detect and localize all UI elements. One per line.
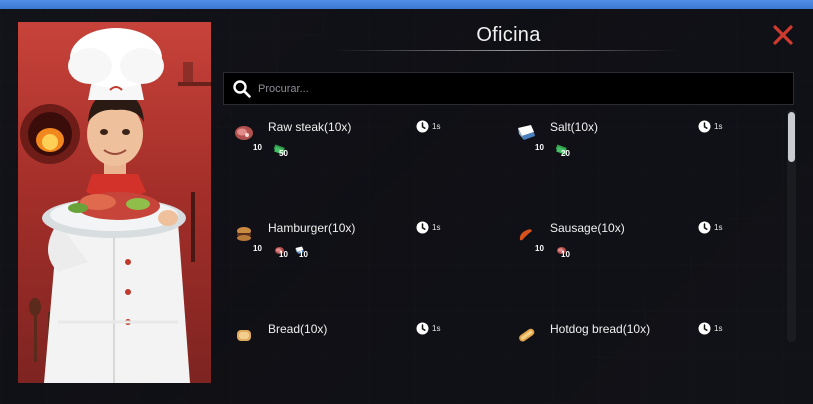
scrollbar-thumb[interactable] — [788, 112, 795, 162]
steak-icon — [233, 122, 255, 144]
recipe-item[interactable]: Raw steak(10x) 1s 10 50 — [223, 112, 503, 202]
recipe-name: Hotdog bread(10x) — [550, 322, 651, 336]
ingredient: 20 — [555, 142, 579, 160]
recipe-name: Raw steak(10x) — [268, 120, 352, 134]
recipe-time: 1s — [714, 122, 723, 131]
ingredient-quantity: 20 — [561, 149, 570, 158]
recipe-quantity: 10 — [253, 244, 262, 253]
title-divider — [335, 50, 680, 51]
recipe-name: Sausage(10x) — [550, 221, 625, 235]
recipe-name: Bread(10x) — [268, 322, 328, 336]
ingredient-quantity: 10 — [561, 250, 570, 259]
recipe-name: Hamburger(10x) — [268, 221, 356, 235]
close-icon[interactable] — [770, 22, 796, 48]
ingredient-quantity: 50 — [279, 149, 288, 158]
chef-portrait — [18, 22, 211, 383]
recipe-item[interactable]: Bread(10x) 1s — [223, 314, 503, 352]
ingredient-quantity: 10 — [299, 250, 308, 259]
recipe-time: 1s — [432, 324, 441, 333]
salt-icon — [515, 122, 537, 144]
recipe-quantity: 10 — [535, 143, 544, 152]
top-edge-bar — [0, 0, 813, 9]
clock-icon — [416, 120, 429, 133]
recipe-item[interactable]: Hamburger(10x) 1s 10 10 10 — [223, 213, 503, 303]
clock-icon — [698, 322, 711, 335]
ingredient: 50 — [273, 142, 297, 160]
recipe-time: 1s — [432, 223, 441, 232]
recipe-time: 1s — [432, 122, 441, 131]
search-icon — [233, 80, 251, 98]
ingredient: 10 — [293, 243, 317, 261]
bread-icon — [233, 324, 255, 346]
recipe-quantity: 10 — [253, 143, 262, 152]
sausage-icon — [515, 223, 537, 245]
recipe-item[interactable]: Sausage(10x) 1s 10 10 — [505, 213, 783, 303]
close-button[interactable] — [770, 22, 796, 48]
ingredient-quantity: 10 — [279, 250, 288, 259]
hotdog-bread-icon — [515, 324, 537, 346]
clock-icon — [416, 221, 429, 234]
hamburger-icon — [233, 223, 255, 245]
clock-icon — [698, 120, 711, 133]
recipe-list: Raw steak(10x) 1s 10 50 Salt(10x) 1s 10 20 Hambu… — [223, 112, 783, 352]
clock-icon — [698, 221, 711, 234]
recipe-quantity: 10 — [535, 244, 544, 253]
recipe-time: 1s — [714, 223, 723, 232]
recipe-name: Salt(10x) — [550, 120, 599, 134]
window-title: Oficina — [476, 24, 541, 46]
clock-icon — [416, 322, 429, 335]
search-input[interactable] — [258, 73, 778, 104]
ingredient: 10 — [555, 243, 579, 261]
search-bar — [223, 72, 794, 105]
recipe-item[interactable]: Salt(10x) 1s 10 20 — [505, 112, 783, 202]
recipe-time: 1s — [714, 324, 723, 333]
recipe-item[interactable]: Hotdog bread(10x) 1s — [505, 314, 783, 352]
